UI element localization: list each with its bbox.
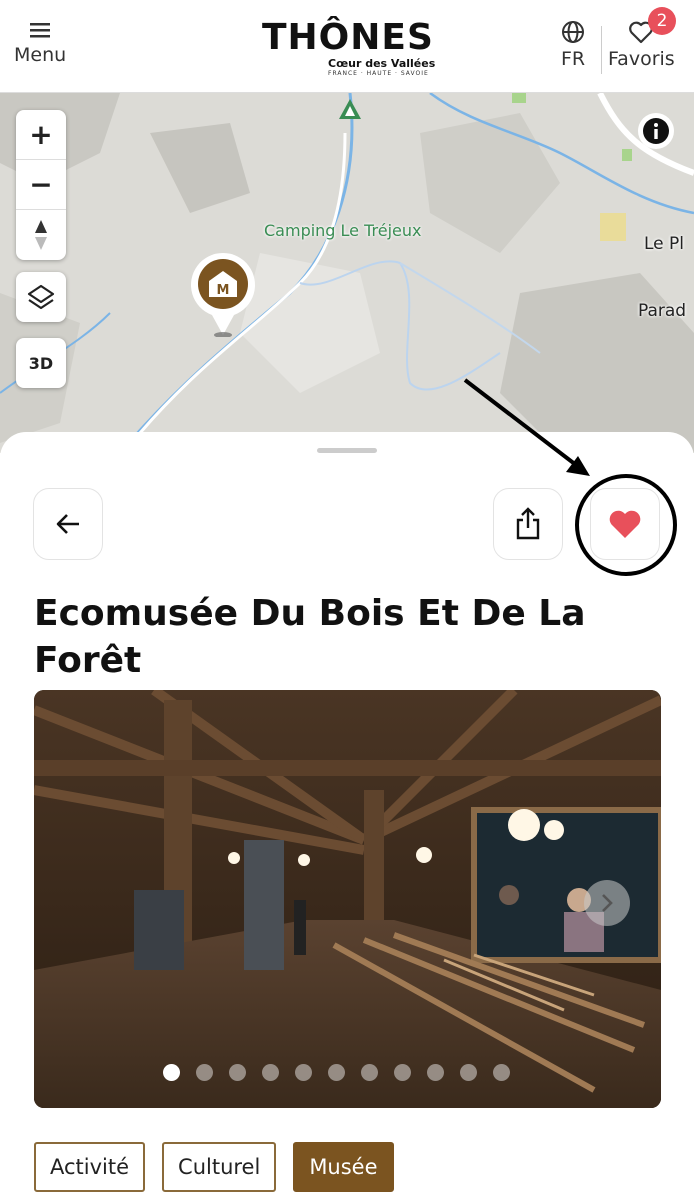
annotation-arrow-icon: [463, 378, 590, 476]
